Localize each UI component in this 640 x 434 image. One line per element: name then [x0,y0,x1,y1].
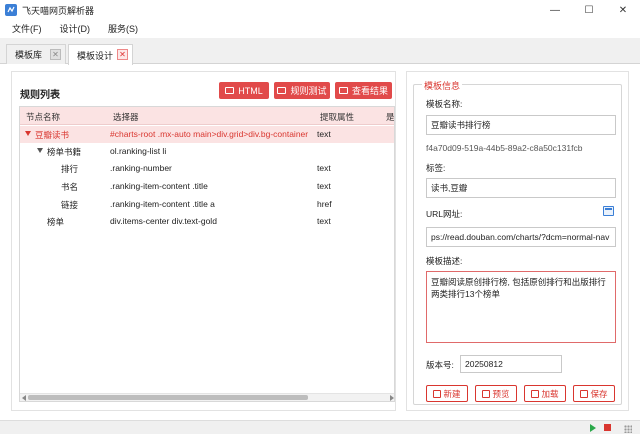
url-field[interactable]: ps://read.douban.com/charts/?dcm=normal-… [426,227,616,247]
template-name-label: 模板名称: [426,99,463,109]
version-field[interactable]: 20250812 [460,355,562,373]
url-label: URL网址: [426,209,463,219]
main-area: 规则列表 HTML 规则测试 查看结果 节点名称 选择器 提取属性 是 豆瓣读书… [0,65,640,420]
node-selector: .ranking-item-content .title [110,181,208,191]
html-button[interactable]: HTML [219,82,269,99]
app-icon [5,4,17,16]
template-info-group: 模板信息 模板名称: 豆瓣读书排行榜 f4a70d09-519a-44b5-89… [413,79,622,405]
table-icon [338,87,348,94]
node-name: 链接 [61,200,79,210]
tab-close-icon[interactable]: ✕ [50,49,61,60]
open-url-icon[interactable] [603,206,614,216]
description-field[interactable]: 豆瓣阅读原创排行榜, 包括原创排行和出版排行两类排行13个榜单 [426,271,616,343]
horizontal-scrollbar[interactable] [20,393,394,401]
menu-design[interactable]: 设计(D) [48,22,97,35]
tab-close-icon[interactable]: ✕ [117,49,128,60]
tab-label: 模板设计 [77,50,114,61]
new-button[interactable]: 新建 [426,385,468,402]
node-attr: text [317,163,331,173]
stop-icon[interactable] [604,424,611,431]
tab-template-library[interactable]: 模板库 ✕ [6,44,66,64]
rule-tree-grid[interactable]: 节点名称 选择器 提取属性 是 豆瓣读书 #charts-root .mx-au… [19,106,395,402]
title-bar: 飞天喵网页解析器 — ☐ ✕ [0,0,640,20]
template-info-panel: 模板信息 模板名称: 豆瓣读书排行榜 f4a70d09-519a-44b5-89… [406,71,629,411]
preview-icon [482,389,491,398]
node-name: 榜单 [47,217,65,227]
menu-file[interactable]: 文件(F) [0,22,48,35]
scrollbar-thumb[interactable] [28,395,308,400]
tags-field[interactable]: 读书,豆瓣 [426,178,616,198]
node-selector: .ranking-number [110,163,172,173]
rule-list-title: 规则列表 [20,90,60,101]
node-attr: text [317,181,331,191]
tree-row[interactable]: 书名 .ranking-item-content .title text [20,178,394,195]
node-selector: div.items-center div.text-gold [110,216,217,226]
preview-button[interactable]: 预览 [475,385,517,402]
node-name: 豆瓣读书 [35,130,70,140]
col-attribute[interactable]: 提取属性 [320,111,354,123]
html-icon [225,87,235,94]
play-icon[interactable] [590,424,596,432]
node-selector: #charts-root .mx-auto main>div.grid>div.… [110,129,309,139]
maximize-button[interactable]: ☐ [572,0,606,20]
minimize-button[interactable]: — [538,0,572,20]
node-attr: text [317,216,331,226]
scroll-right-icon[interactable] [390,395,394,401]
node-name: 榜单书籍 [47,147,82,157]
version-label: 版本号: [426,360,454,370]
menu-bar: 文件(F) 设计(D) 服务(S) [0,20,640,37]
expand-arrow-icon[interactable] [37,148,43,153]
node-name: 书名 [61,182,79,192]
tab-template-design[interactable]: 模板设计 ✕ [68,44,133,65]
scroll-left-icon[interactable] [22,395,26,401]
tree-row[interactable]: 豆瓣读书 #charts-root .mx-auto main>div.grid… [20,126,394,143]
preview-button-label: 预览 [492,388,510,399]
node-name: 排行 [61,164,79,174]
status-bar [0,420,640,434]
view-result-label: 查看结果 [351,86,388,96]
resize-grip-icon[interactable] [624,425,632,433]
tab-label: 模板库 [15,50,43,60]
save-icon [580,389,589,398]
node-selector: ol.ranking-list li [110,146,167,156]
html-button-label: HTML [238,85,263,96]
rule-list-panel: 规则列表 HTML 规则测试 查看结果 节点名称 选择器 提取属性 是 豆瓣读书… [11,71,396,411]
expand-arrow-icon[interactable] [25,131,31,136]
rule-test-label: 规则测试 [290,86,327,96]
save-button[interactable]: 保存 [573,385,615,402]
node-attr: href [317,199,332,209]
image-icon [277,87,287,94]
new-button-label: 新建 [443,388,461,399]
template-name-field[interactable]: 豆瓣读书排行榜 [426,115,616,135]
template-uuid: f4a70d09-519a-44b5-89a2-c8a50c131fcb [426,143,583,153]
tree-row[interactable]: 排行 .ranking-number text [20,160,394,177]
template-info-legend: 模板信息 [422,79,463,92]
node-selector: .ranking-item-content .title a [110,199,215,209]
col-extra[interactable]: 是 [386,111,394,123]
new-icon [433,389,442,398]
col-selector[interactable]: 选择器 [113,111,139,123]
node-attr: text [317,129,331,139]
tab-bar: 模板库 ✕ 模板设计 ✕ [0,38,640,65]
menu-service[interactable]: 服务(S) [96,22,144,35]
save-button-label: 保存 [590,388,608,399]
window-title: 飞天喵网页解析器 [22,5,95,16]
description-label: 模板描述: [426,256,463,266]
view-result-button[interactable]: 查看结果 [335,82,392,99]
col-node-name[interactable]: 节点名称 [26,111,60,123]
load-button-label: 加载 [541,388,559,399]
tree-row[interactable]: 榜单 div.items-center div.text-gold text [20,213,394,230]
grid-header: 节点名称 选择器 提取属性 是 [20,107,394,125]
rule-test-button[interactable]: 规则测试 [274,82,330,99]
load-icon [531,389,540,398]
tags-label: 标签: [426,163,446,173]
tree-row[interactable]: 链接 .ranking-item-content .title a href [20,196,394,213]
load-button[interactable]: 加载 [524,385,566,402]
tree-row[interactable]: 榜单书籍 ol.ranking-list li [20,143,394,160]
close-button[interactable]: ✕ [606,0,640,20]
